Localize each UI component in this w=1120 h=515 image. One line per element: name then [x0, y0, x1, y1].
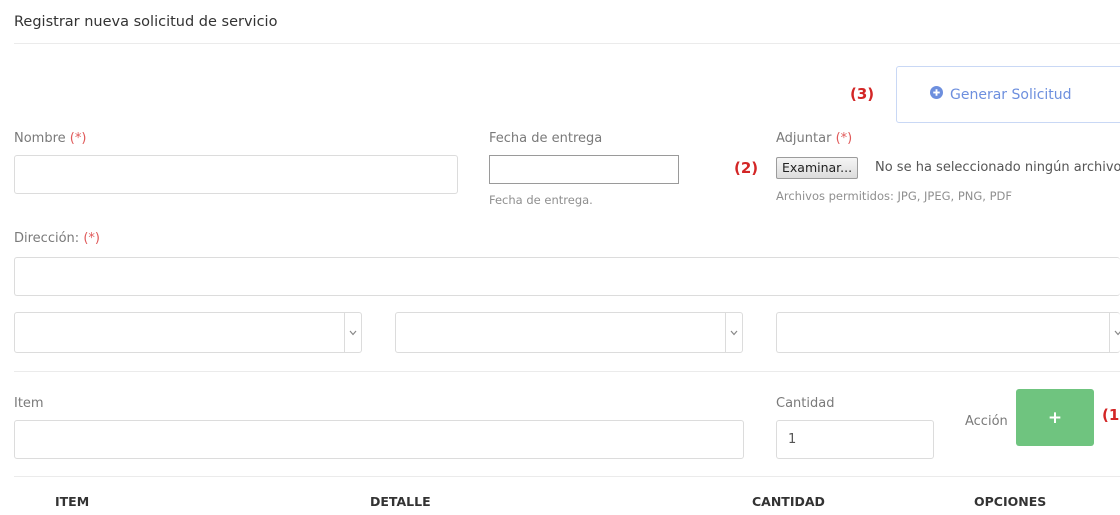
- address-label: Dirección: (*): [14, 231, 100, 246]
- required-mark: (*): [83, 231, 100, 246]
- chevron-down-icon: [725, 313, 742, 352]
- delivery-date-label: Fecha de entrega: [489, 131, 603, 146]
- quantity-value: 1: [788, 432, 797, 447]
- select-2[interactable]: [395, 312, 743, 353]
- generate-request-label: Generar Solicitud: [950, 86, 1072, 103]
- attach-help: Archivos permitidos: JPG, JPEG, PNG, PDF: [776, 189, 1013, 203]
- name-label-text: Nombre: [14, 131, 66, 146]
- plus-circle-icon: [930, 86, 943, 103]
- annotation-marker-1: (1: [1102, 406, 1120, 424]
- table-divider: [14, 476, 1120, 477]
- required-mark: (*): [69, 131, 87, 146]
- required-mark: (*): [835, 131, 853, 146]
- section-divider: [14, 371, 1120, 372]
- quantity-input[interactable]: 1: [776, 420, 934, 459]
- column-header-options: OPCIONES: [974, 494, 1047, 509]
- browse-file-button[interactable]: Examinar...: [776, 157, 859, 179]
- attach-label-text: Adjuntar: [776, 131, 832, 146]
- delivery-date-input[interactable]: [489, 155, 679, 184]
- add-item-button[interactable]: +: [1016, 389, 1094, 446]
- chevron-down-icon: [1109, 313, 1120, 352]
- select-1[interactable]: [14, 312, 362, 353]
- quantity-label: Cantidad: [776, 396, 835, 411]
- address-label-text: Dirección:: [14, 231, 80, 246]
- annotation-marker-2: (2): [734, 159, 759, 177]
- item-input[interactable]: [14, 420, 744, 459]
- action-label: Acción: [965, 414, 1008, 429]
- file-status-text: No se ha seleccionado ningún archivo: [875, 160, 1120, 175]
- column-header-item: ITEM: [55, 494, 90, 509]
- chevron-down-icon: [344, 313, 361, 352]
- title-divider: [14, 43, 1120, 44]
- delivery-date-help: Fecha de entrega.: [489, 193, 593, 207]
- column-header-quantity: CANTIDAD: [752, 494, 825, 509]
- plus-icon: +: [1047, 407, 1063, 428]
- address-input[interactable]: [14, 257, 1120, 296]
- select-3[interactable]: [776, 312, 1120, 353]
- page-title: Registrar nueva solicitud de servicio: [14, 14, 278, 30]
- column-header-detail: DETALLE: [370, 494, 431, 509]
- annotation-marker-3: (3): [850, 85, 875, 103]
- name-label: Nombre (*): [14, 131, 86, 146]
- name-input[interactable]: [14, 155, 458, 194]
- attach-label: Adjuntar (*): [776, 131, 852, 146]
- generate-request-button[interactable]: Generar Solicitud: [896, 66, 1120, 123]
- item-label: Item: [14, 396, 44, 411]
